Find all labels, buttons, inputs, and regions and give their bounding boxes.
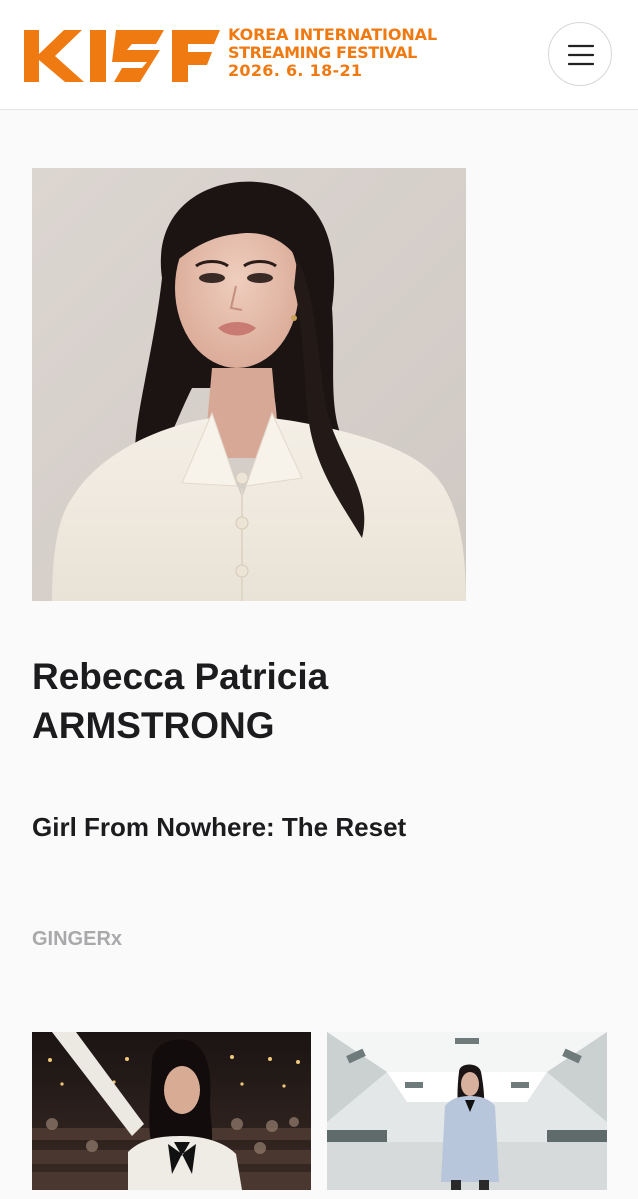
artist-name-line-1: Rebecca Patricia <box>32 656 329 697</box>
logo-line-2: STREAMING FESTIVAL <box>228 43 417 62</box>
work-title: Girl From Nowhere: The Reset <box>32 812 407 842</box>
still-image-1 <box>32 1032 311 1190</box>
menu-button[interactable] <box>548 22 612 86</box>
platform-name: GINGERx <box>32 928 123 950</box>
page: KOREA INTERNATIONAL STREAMING FESTIVAL 2… <box>0 0 638 1199</box>
artist-name: Rebecca Patricia ARMSTRONG <box>32 652 552 750</box>
festival-logo[interactable]: KOREA INTERNATIONAL STREAMING FESTIVAL 2… <box>24 26 474 84</box>
artist-portrait <box>32 168 466 601</box>
still-image-2 <box>327 1032 607 1190</box>
logo-line-1: KOREA INTERNATIONAL <box>228 25 438 44</box>
hamburger-menu-icon <box>568 44 594 66</box>
site-header: KOREA INTERNATIONAL STREAMING FESTIVAL 2… <box>0 0 638 110</box>
artist-name-line-2: ARMSTRONG <box>32 705 275 746</box>
logo-text: KOREA INTERNATIONAL STREAMING FESTIVAL 2… <box>228 26 478 80</box>
logo-dates: 2026. 6. 18-21 <box>228 61 363 80</box>
kisf-logo-mark <box>24 30 220 82</box>
